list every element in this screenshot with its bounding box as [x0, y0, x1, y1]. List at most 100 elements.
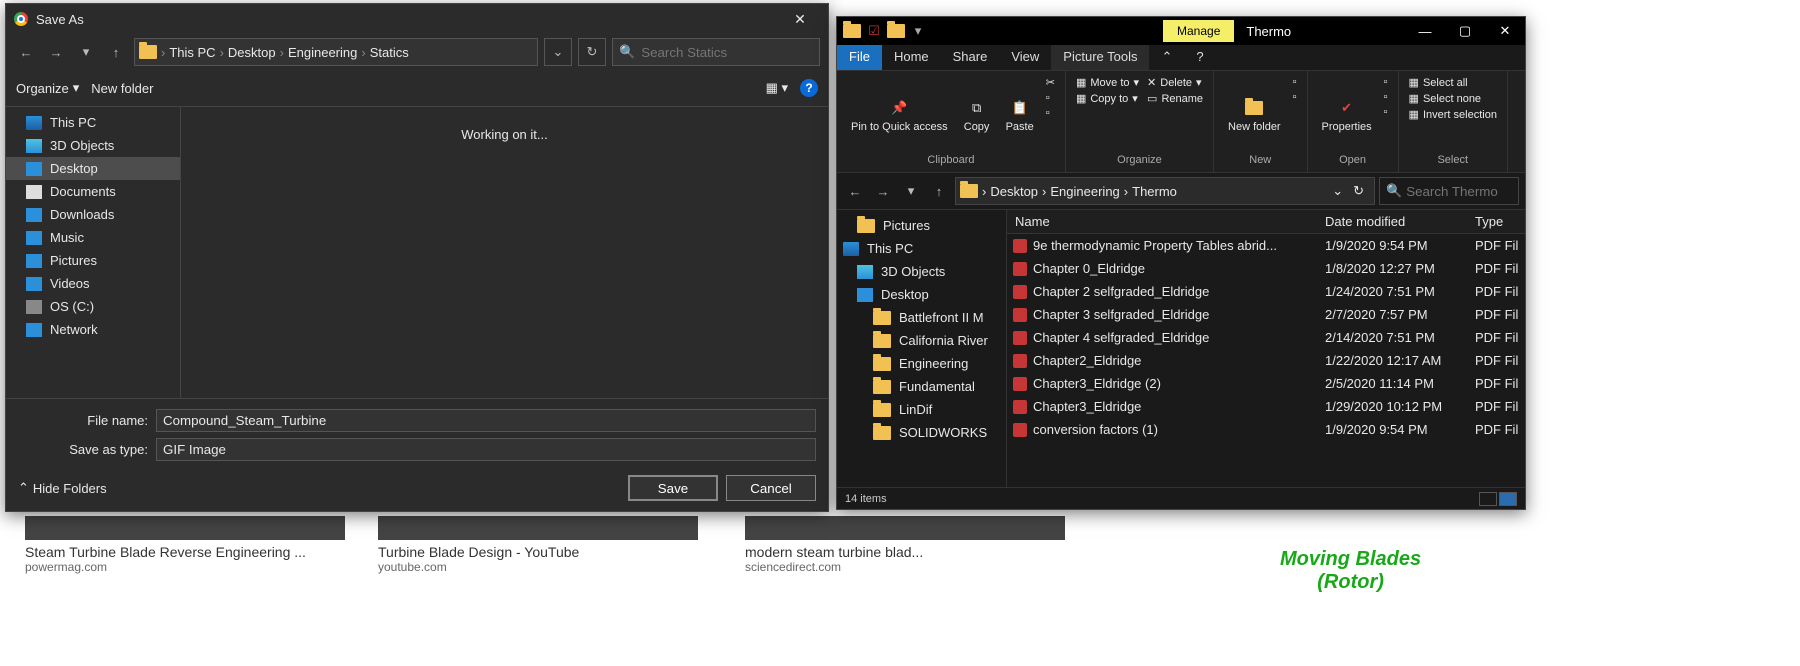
tree-item[interactable]: Videos	[6, 272, 180, 295]
tab-file[interactable]: File	[837, 45, 882, 70]
forward-button[interactable]: →	[44, 40, 68, 64]
search-result-card[interactable]: Steam Turbine Blade Reverse Engineering …	[25, 516, 345, 574]
column-type[interactable]: Type	[1475, 214, 1525, 229]
tree-item[interactable]: Documents	[6, 180, 180, 203]
delete-button[interactable]: ✕ Delete ▾	[1145, 75, 1205, 90]
search-input[interactable]	[1406, 184, 1583, 199]
close-button[interactable]: ✕	[780, 11, 820, 28]
address-bar[interactable]: › Desktop› Engineering› Thermo ⌄ ↻	[955, 177, 1375, 205]
easy-access-button[interactable]: ▫	[1291, 90, 1299, 104]
qat-properties-icon[interactable]: ☑	[865, 22, 883, 40]
save-button[interactable]: Save	[628, 475, 718, 501]
address-bar[interactable]: › This PC› Desktop› Engineering› Statics	[134, 38, 538, 66]
breadcrumb-item[interactable]: Thermo	[1132, 184, 1177, 199]
refresh-button[interactable]: ↻	[578, 38, 606, 66]
title-bar[interactable]: ☑ ▾ Manage Thermo — ▢ ✕	[837, 17, 1525, 45]
tree-3d-objects[interactable]: 3D Objects	[837, 260, 1006, 283]
tree-item[interactable]: Battlefront II M	[837, 306, 1006, 329]
close-button[interactable]: ✕	[1485, 23, 1525, 39]
open-button[interactable]: ▫	[1382, 75, 1390, 89]
file-row[interactable]: 9e thermodynamic Property Tables abrid..…	[1007, 234, 1525, 257]
help-icon[interactable]: ?	[800, 79, 818, 97]
file-row[interactable]: conversion factors (1)1/9/2020 9:54 PMPD…	[1007, 418, 1525, 441]
paste-button[interactable]: 📋Paste	[1000, 75, 1040, 152]
refresh-button[interactable]: ↻	[1347, 183, 1370, 199]
tree-item[interactable]: Pictures	[6, 249, 180, 272]
paste-shortcut-button[interactable]: ▫	[1044, 106, 1057, 120]
address-dropdown[interactable]: ⌄	[544, 38, 572, 66]
edit-button[interactable]: ▫	[1382, 90, 1390, 104]
rename-button[interactable]: ▭ Rename	[1145, 91, 1205, 106]
tree-item[interactable]: 3D Objects	[6, 134, 180, 157]
tree-item[interactable]: California River	[837, 329, 1006, 352]
qat-dropdown[interactable]: ▾	[909, 22, 927, 40]
file-row[interactable]: Chapter3_Eldridge1/29/2020 10:12 PMPDF F…	[1007, 395, 1525, 418]
tab-picture-tools[interactable]: Picture Tools	[1051, 45, 1149, 70]
tree-this-pc[interactable]: This PC	[837, 237, 1006, 260]
breadcrumb-item[interactable]: Desktop	[990, 184, 1038, 199]
breadcrumb-item[interactable]: Engineering	[288, 45, 357, 60]
new-folder-button[interactable]: New folder	[91, 81, 153, 96]
copy-to-button[interactable]: ▦ Copy to ▾	[1074, 91, 1141, 106]
tree-item[interactable]: Engineering	[837, 352, 1006, 375]
tab-home[interactable]: Home	[882, 45, 941, 70]
file-row[interactable]: Chapter2_Eldridge1/22/2020 12:17 AMPDF F…	[1007, 349, 1525, 372]
recent-dropdown[interactable]: ▾	[899, 179, 923, 203]
tree-item[interactable]: Network	[6, 318, 180, 341]
search-result-card[interactable]: modern steam turbine blad... sciencedire…	[745, 516, 1065, 574]
copy-button[interactable]: ⧉Copy	[958, 75, 996, 152]
file-row[interactable]: Chapter 3 selfgraded_Eldridge2/7/2020 7:…	[1007, 303, 1525, 326]
navigation-tree[interactable]: Pictures This PC 3D Objects Desktop Batt…	[837, 210, 1007, 487]
contextual-tab[interactable]: Manage	[1163, 20, 1234, 42]
new-item-button[interactable]: ▫	[1291, 75, 1299, 89]
tab-share[interactable]: Share	[941, 45, 1000, 70]
collapse-ribbon-button[interactable]: ⌃	[1149, 45, 1184, 70]
tree-desktop[interactable]: Desktop	[837, 283, 1006, 306]
hide-folders-button[interactable]: ⌃ Hide Folders	[18, 480, 107, 496]
pin-button[interactable]: 📌Pin to Quick access	[845, 75, 954, 152]
organize-dropdown[interactable]: Organize▾	[16, 80, 79, 96]
tree-item[interactable]: Music	[6, 226, 180, 249]
breadcrumb-item[interactable]: Statics	[370, 45, 409, 60]
file-row[interactable]: Chapter 2 selfgraded_Eldridge1/24/2020 7…	[1007, 280, 1525, 303]
savetype-select[interactable]: GIF Image	[156, 438, 816, 461]
search-box[interactable]: 🔍	[1379, 177, 1519, 205]
view-options[interactable]: ▦ ▾	[766, 80, 788, 96]
tree-item[interactable]: Fundamental	[837, 375, 1006, 398]
breadcrumb-item[interactable]: Desktop	[228, 45, 276, 60]
back-button[interactable]: ←	[14, 40, 38, 64]
tree-item[interactable]: Desktop	[6, 157, 180, 180]
maximize-button[interactable]: ▢	[1445, 23, 1485, 39]
new-folder-button[interactable]: New folder	[1222, 75, 1287, 152]
navigation-tree[interactable]: This PC3D ObjectsDesktopDocumentsDownloa…	[6, 107, 181, 398]
search-result-card[interactable]: Turbine Blade Design - YouTube youtube.c…	[378, 516, 698, 574]
thumbnails-view-button[interactable]	[1499, 492, 1517, 506]
search-box[interactable]: 🔍	[612, 38, 820, 66]
properties-button[interactable]: ✔Properties	[1316, 75, 1378, 152]
search-input[interactable]	[641, 45, 818, 60]
minimize-button[interactable]: —	[1405, 24, 1445, 39]
filename-input[interactable]	[156, 409, 816, 432]
forward-button[interactable]: →	[871, 179, 895, 203]
file-row[interactable]: Chapter 0_Eldridge1/8/2020 12:27 PMPDF F…	[1007, 257, 1525, 280]
up-button[interactable]: ↑	[104, 40, 128, 64]
cut-button[interactable]: ✂	[1044, 75, 1057, 90]
tree-item[interactable]: SOLIDWORKS	[837, 421, 1006, 444]
column-name[interactable]: Name	[1007, 214, 1325, 229]
details-view-button[interactable]	[1479, 492, 1497, 506]
history-button[interactable]: ▫	[1382, 105, 1390, 119]
back-button[interactable]: ←	[843, 179, 867, 203]
tree-pictures[interactable]: Pictures	[837, 214, 1006, 237]
tree-item[interactable]: LinDif	[837, 398, 1006, 421]
recent-dropdown[interactable]: ▾	[74, 40, 98, 64]
tree-item[interactable]: OS (C:)	[6, 295, 180, 318]
title-bar[interactable]: Save As ✕	[6, 4, 828, 34]
tree-item[interactable]: This PC	[6, 111, 180, 134]
tree-item[interactable]: Downloads	[6, 203, 180, 226]
move-to-button[interactable]: ▦ Move to ▾	[1074, 75, 1141, 90]
breadcrumb-item[interactable]: This PC	[169, 45, 215, 60]
column-date[interactable]: Date modified	[1325, 214, 1475, 229]
select-all-button[interactable]: ▦ Select all	[1407, 75, 1499, 90]
breadcrumb-item[interactable]: Engineering	[1050, 184, 1119, 199]
help-button[interactable]: ?	[1184, 45, 1215, 70]
